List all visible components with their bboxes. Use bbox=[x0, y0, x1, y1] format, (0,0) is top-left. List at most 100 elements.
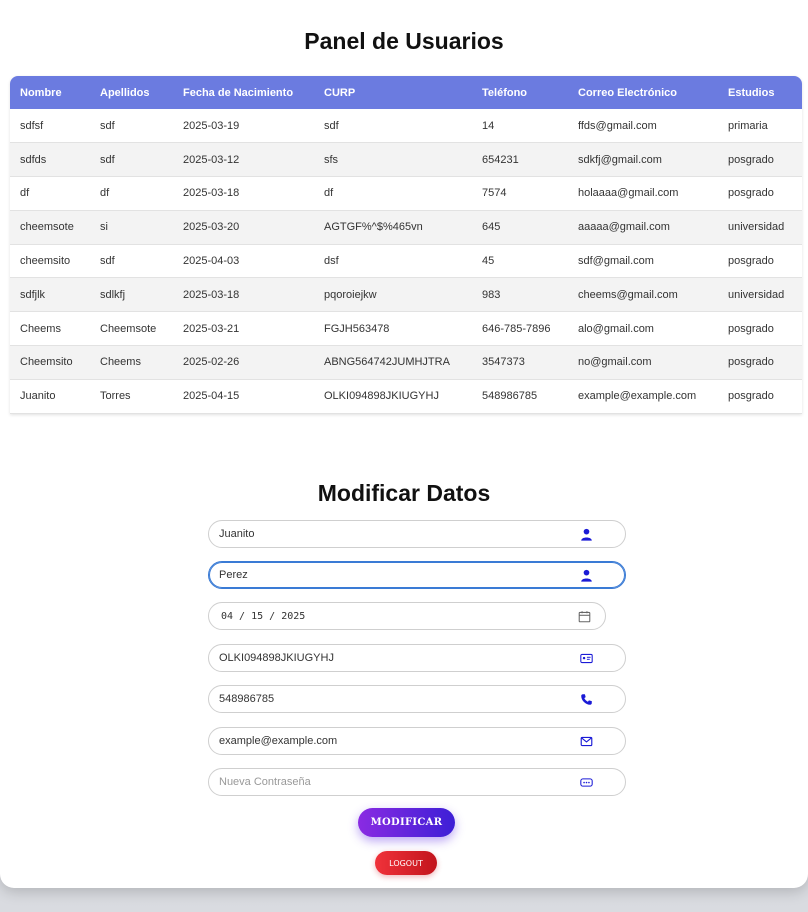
cell-correo: aaaaa@gmail.com bbox=[578, 221, 670, 234]
users-table: Nombre Apellidos Fecha de Nacimiento CUR… bbox=[10, 76, 802, 414]
cell-curp: ABNG564742JUMHJTRA bbox=[324, 356, 450, 369]
cell-telefono: 646-785-7896 bbox=[482, 322, 551, 335]
cell-estudios: primaria bbox=[728, 119, 768, 132]
nombre-input[interactable] bbox=[219, 521, 569, 547]
cell-apellidos: Cheemsote bbox=[100, 322, 157, 335]
column-header-correo: Correo Electrónico bbox=[578, 86, 678, 99]
cell-correo: sdf@gmail.com bbox=[578, 255, 654, 268]
page-title: Panel de Usuarios bbox=[304, 28, 504, 54]
table-row: sdfds sdf 2025-03-12 sfs 654231 sdkfj@gmail.c… bbox=[10, 142, 802, 177]
table-row: Juanito Torres 2025-04-15 OLKI094898JKIUGYH… bbox=[10, 379, 802, 414]
table-row: cheemsito sdf 2025-04-03 dsf 45 sdf@gmail.com… bbox=[10, 244, 802, 278]
cell-telefono: 548986785 bbox=[482, 390, 538, 403]
cell-apellidos: Cheems bbox=[100, 356, 141, 369]
cell-correo: alo@gmail.com bbox=[578, 322, 654, 335]
table-row: cheemsote si 2025-03-20 AGTGF%^$%465vn 645 aa… bbox=[10, 210, 802, 245]
cell-fecha: 2025-03-18 bbox=[183, 187, 240, 200]
column-header-apellidos: Apellidos bbox=[100, 86, 150, 99]
cell-fecha: 2025-04-03 bbox=[183, 255, 240, 268]
cell-fecha: 2025-03-20 bbox=[183, 221, 240, 234]
column-header-nombre: Nombre bbox=[20, 86, 62, 99]
cell-telefono: 645 bbox=[482, 221, 501, 234]
cell-curp: OLKI094898JKIUGYHJ bbox=[324, 390, 439, 403]
cell-curp: df bbox=[324, 187, 334, 200]
table-row: df df 2025-03-18 df 7574 holaaaa@gmail.com pos… bbox=[10, 176, 802, 211]
cell-correo: holaaaa@gmail.com bbox=[578, 187, 679, 200]
id-card-icon bbox=[580, 653, 593, 664]
cell-apellidos: sdf bbox=[100, 119, 115, 132]
correo-field[interactable] bbox=[208, 727, 626, 755]
table-row: Cheems Cheemsote 2025-03-21 FGJH563478 646-7… bbox=[10, 311, 802, 346]
user-icon bbox=[581, 569, 592, 582]
cell-correo: sdkfj@gmail.com bbox=[578, 153, 662, 166]
table-row: sdfsf sdf 2025-03-19 sdf 14 ffds@gmail.com pri… bbox=[10, 109, 802, 143]
table-row: Cheemsito Cheems 2025-02-26 ABNG564742JUMHJ… bbox=[10, 345, 802, 380]
cell-fecha: 2025-04-15 bbox=[183, 390, 240, 403]
cell-telefono: 654231 bbox=[482, 153, 519, 166]
logout-button[interactable]: LOGOUT bbox=[375, 851, 437, 875]
cell-curp: dsf bbox=[324, 255, 339, 268]
fecha-field[interactable]: 04 / 15 / 2025 bbox=[208, 602, 606, 630]
cell-correo: cheems@gmail.com bbox=[578, 288, 678, 301]
cell-nombre: sdfsf bbox=[20, 119, 44, 132]
cell-curp: sfs bbox=[324, 153, 339, 166]
cell-apellidos: Torres bbox=[100, 390, 131, 403]
cell-fecha: 2025-02-26 bbox=[183, 356, 240, 369]
cell-correo: ffds@gmail.com bbox=[578, 119, 657, 132]
cell-correo: example@example.com bbox=[578, 390, 697, 403]
cell-telefono: 14 bbox=[482, 119, 495, 132]
apellidos-input[interactable] bbox=[219, 562, 569, 588]
apellidos-field[interactable] bbox=[208, 561, 626, 589]
column-header-fecha: Fecha de Nacimiento bbox=[183, 86, 294, 99]
fecha-input[interactable]: 04 / 15 / 2025 bbox=[221, 611, 305, 622]
cell-estudios: posgrado bbox=[728, 153, 774, 166]
cell-apellidos: sdlkfj bbox=[100, 288, 126, 301]
user-icon bbox=[581, 528, 592, 541]
cell-curp: FGJH563478 bbox=[324, 322, 390, 335]
curp-input[interactable] bbox=[219, 645, 569, 671]
cell-nombre: Juanito bbox=[20, 390, 56, 403]
cell-correo: no@gmail.com bbox=[578, 356, 652, 369]
cell-curp: sdf bbox=[324, 119, 339, 132]
cell-apellidos: si bbox=[100, 221, 108, 234]
cell-nombre: cheemsote bbox=[20, 221, 74, 234]
modificar-button[interactable]: MODIFICAR bbox=[358, 808, 455, 837]
cell-nombre: df bbox=[20, 187, 30, 200]
telefono-field[interactable] bbox=[208, 685, 626, 713]
phone-icon bbox=[581, 694, 592, 705]
cell-apellidos: df bbox=[100, 187, 110, 200]
cell-nombre: sdfds bbox=[20, 153, 47, 166]
cell-nombre: Cheemsito bbox=[20, 356, 73, 369]
column-header-estudios: Estudios bbox=[728, 86, 775, 99]
form-title: Modificar Datos bbox=[317, 480, 491, 506]
correo-input[interactable] bbox=[219, 728, 569, 754]
password-input[interactable] bbox=[219, 769, 569, 795]
table-header-row: Nombre Apellidos Fecha de Nacimiento CUR… bbox=[10, 76, 802, 109]
cell-estudios: posgrado bbox=[728, 356, 774, 369]
column-header-telefono: Teléfono bbox=[482, 86, 528, 99]
cell-nombre: Cheems bbox=[20, 322, 61, 335]
curp-field[interactable] bbox=[208, 644, 626, 672]
cell-telefono: 983 bbox=[482, 288, 501, 301]
cell-curp: AGTGF%^$%465vn bbox=[324, 221, 423, 234]
telefono-input[interactable] bbox=[219, 686, 569, 712]
main-card: Panel de Usuarios Nombre Apellidos Fecha… bbox=[0, 0, 808, 888]
cell-estudios: universidad bbox=[728, 221, 785, 234]
cell-apellidos: sdf bbox=[100, 153, 115, 166]
password-field[interactable] bbox=[208, 768, 626, 796]
cell-estudios: posgrado bbox=[728, 187, 774, 200]
cell-fecha: 2025-03-19 bbox=[183, 119, 240, 132]
envelope-icon bbox=[580, 736, 593, 747]
cell-telefono: 3547373 bbox=[482, 356, 525, 369]
cell-fecha: 2025-03-21 bbox=[183, 322, 240, 335]
table-row: sdfjlk sdlkfj 2025-03-18 pqoroiejkw 983 cheem… bbox=[10, 277, 802, 312]
cell-nombre: sdfjlk bbox=[20, 288, 46, 301]
cell-estudios: posgrado bbox=[728, 322, 774, 335]
cell-estudios: posgrado bbox=[728, 390, 774, 403]
cell-telefono: 45 bbox=[482, 255, 495, 268]
calendar-icon[interactable] bbox=[578, 610, 591, 623]
cell-fecha: 2025-03-18 bbox=[183, 288, 240, 301]
cell-nombre: cheemsito bbox=[20, 255, 71, 268]
cell-estudios: posgrado bbox=[728, 255, 774, 268]
nombre-field[interactable] bbox=[208, 520, 626, 548]
